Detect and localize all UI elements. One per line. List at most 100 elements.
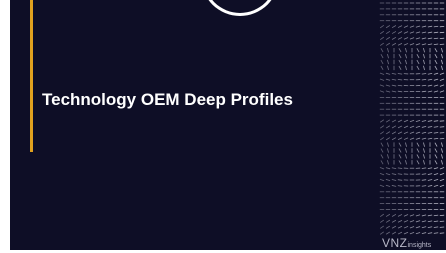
pattern-dash [434,160,438,165]
pattern-dash [416,53,420,59]
pattern-dash [379,231,385,235]
pattern-dash [397,84,403,87]
pattern-dash [405,59,407,65]
slide-title: Technology OEM Deep Profiles [42,90,293,109]
pattern-dash [403,125,409,129]
pattern-dash [397,131,403,135]
pattern-dash [439,78,445,81]
logo-sub: insights [407,242,432,249]
pattern-dash [415,25,421,28]
logo-main: VNZ [382,236,408,250]
pattern-dash [403,43,409,46]
pattern-dash [421,84,427,87]
pattern-dash [385,179,391,181]
pattern-dash [409,137,415,140]
pattern-dash [391,219,397,223]
pattern-dash [423,142,425,147]
pattern-dash [405,160,407,165]
pattern-dash [439,84,445,87]
pattern-dash [387,53,389,59]
ring-graphic [201,0,279,16]
pattern-dash [387,148,389,153]
pattern-dash [397,42,403,46]
pattern-dash [385,72,391,75]
pattern-dash [421,179,427,181]
pattern-dash [379,125,385,129]
pattern-dash [391,31,397,34]
pattern-dash [405,154,407,159]
pattern-dash [385,42,391,46]
pattern-dash [379,78,385,81]
pattern-dash [423,53,425,59]
pattern-dash [385,84,391,87]
pattern-dash [397,137,403,141]
pattern-dash [427,126,433,128]
pattern-dash [439,167,445,170]
pattern-dash [397,119,403,123]
pattern-dash [391,225,397,229]
pattern-dash [423,47,425,53]
pattern-dash [433,25,439,28]
pattern-dash [405,53,407,59]
pattern-dash [416,59,420,65]
pattern-dash [421,173,427,175]
pattern-dash [398,48,402,53]
pattern-dash [379,213,385,217]
pattern-dash [385,131,391,135]
pattern-dash [409,119,415,123]
pattern-dash [403,131,409,135]
pattern-dash [434,154,438,159]
pattern-dash [387,154,389,159]
pattern-dash [379,36,385,40]
pattern-dash [391,119,397,123]
pattern-dash [403,119,409,123]
pattern-dash [415,31,421,34]
pattern-dash [379,25,385,29]
pattern-dash [421,125,427,128]
pattern-dash [391,173,397,175]
pattern-dash [397,173,403,175]
pattern-dash [416,142,420,147]
pattern-dash [441,154,443,159]
pattern-dash [421,131,427,134]
pattern-dash [403,37,409,40]
pattern-dash [433,43,439,46]
pattern-dash [385,78,391,81]
pattern-dash [379,137,385,141]
pattern-dash [397,225,403,229]
pattern-dash [391,25,397,29]
pattern-dash [421,37,427,40]
pattern-dash [387,142,389,147]
pattern-dash [380,148,384,153]
pattern-dash [434,59,438,65]
pattern-dash [423,59,425,65]
pattern-dash [409,220,415,223]
pattern-dash [391,125,397,129]
pattern-dash [391,90,397,93]
pattern-dash [427,137,433,140]
pattern-dash [409,37,415,40]
pattern-dash [397,37,403,40]
pattern-dash [385,25,391,29]
pattern-dash [405,65,407,71]
pattern-dash [433,232,439,234]
pattern-dash [409,125,415,129]
pattern-dash [385,167,391,170]
pattern-dash [385,184,391,187]
pattern-dash [403,220,409,223]
pattern-dash [421,78,427,81]
pattern-dash [421,226,427,229]
pattern-dash [379,30,385,35]
pattern-dash [385,225,391,229]
pattern-dash [427,90,433,93]
pattern-dash [421,185,427,187]
pattern-dash [421,120,427,122]
pattern-dash [415,137,421,140]
pattern-dash [379,72,385,75]
pattern-dash [409,131,415,134]
pattern-dash [398,148,402,153]
pattern-dash [385,219,391,223]
logo: VNZinsights [382,236,431,250]
pattern-dash [416,154,420,159]
pattern-dash [416,160,420,165]
